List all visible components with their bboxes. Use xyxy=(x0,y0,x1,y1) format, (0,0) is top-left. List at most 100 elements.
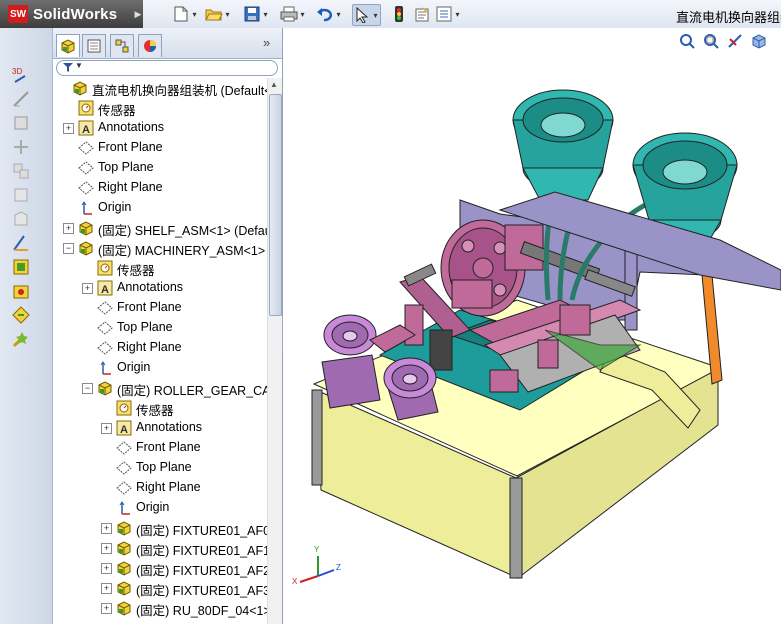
tree-item[interactable]: 传感器 xyxy=(53,398,267,418)
save-button[interactable]: ▾ xyxy=(243,4,270,24)
tree-item[interactable]: Top Plane xyxy=(53,158,267,178)
propertymanager-tab[interactable] xyxy=(82,34,106,57)
view-orientation-icon[interactable] xyxy=(749,32,769,50)
print-dropdown-arrow[interactable]: ▾ xyxy=(298,10,307,19)
tree-item[interactable]: Right Plane xyxy=(53,338,267,358)
tree-item-label: Annotations xyxy=(117,280,184,294)
new-dropdown-arrow[interactable]: ▾ xyxy=(190,10,199,19)
display-manager-tab[interactable] xyxy=(138,34,162,57)
exploded-view-icon[interactable] xyxy=(12,162,30,180)
print-button[interactable]: ▾ xyxy=(280,4,307,24)
edit-component-icon[interactable] xyxy=(12,90,30,108)
expand-node-icon[interactable]: + xyxy=(101,583,112,594)
tree-item[interactable]: 传感器 xyxy=(53,98,267,118)
reference-geometry-icon[interactable] xyxy=(12,234,30,252)
command-strip: 3D xyxy=(0,28,53,624)
cam-gear-wheel xyxy=(440,219,544,317)
svg-text:Y: Y xyxy=(314,545,320,554)
tree-item[interactable]: + (固定) FIXTURE01_AF1_ xyxy=(53,538,267,558)
tree-item-label: 传感器 xyxy=(98,104,136,118)
3d-sketch-icon[interactable]: 3D xyxy=(12,66,30,84)
tree-item[interactable]: Front Plane xyxy=(53,298,267,318)
tree-item[interactable]: + (固定) FIXTURE01_AF2_ xyxy=(53,558,267,578)
tree-item[interactable]: 传感器 xyxy=(53,258,267,278)
expand-node-icon[interactable]: + xyxy=(101,523,112,534)
tree-item[interactable]: − (固定) MACHINERY_ASM<1> xyxy=(53,238,267,258)
tree-item[interactable]: Origin xyxy=(53,358,267,378)
graphics-area[interactable]: Y X Z xyxy=(283,28,781,624)
solidworks-logo[interactable]: SW SolidWorks xyxy=(0,0,143,28)
expand-node-icon[interactable]: + xyxy=(101,563,112,574)
tree-item[interactable]: Right Plane xyxy=(53,478,267,498)
tree-item-label: (固定) FIXTURE01_AF2_ xyxy=(136,564,267,578)
mate-icon[interactable] xyxy=(12,330,30,348)
collapse-panel-icon[interactable]: » xyxy=(263,35,270,50)
main-toolbar: SW SolidWorks ▶ ▾ ▾ ▾ ▾ ▾ ▾ ▾ 直流电机换向器组 xyxy=(0,0,781,29)
sensor-icon xyxy=(78,100,94,116)
collapse-node-icon[interactable]: − xyxy=(82,383,93,394)
scroll-up-arrow-icon[interactable]: ▲ xyxy=(270,80,278,89)
assembly-features-icon[interactable] xyxy=(12,210,30,228)
tree-scrollbar[interactable]: ▲ xyxy=(267,78,282,624)
rebuild-button[interactable] xyxy=(390,4,408,24)
tree-item[interactable]: + A Annotations xyxy=(53,278,267,298)
options-dropdown-arrow[interactable]: ▾ xyxy=(453,10,462,19)
annotations-icon: A xyxy=(116,420,132,436)
tree-item[interactable]: + (固定) SHELF_ASM<1> (Defau xyxy=(53,218,267,238)
tree-item[interactable]: + (固定) FIXTURE01_AF0_ xyxy=(53,518,267,538)
tree-item-label: Annotations xyxy=(136,420,203,434)
menu-expand-arrow-icon[interactable]: ▶ xyxy=(133,0,143,28)
scrollbar-thumb[interactable] xyxy=(269,94,282,316)
smart-mates-icon[interactable] xyxy=(12,114,30,132)
tree-item[interactable]: + (固定) FIXTURE01_AF3_ xyxy=(53,578,267,598)
property-manager-icon xyxy=(87,39,101,53)
tree-item[interactable]: − (固定) ROLLER_GEAR_CAM xyxy=(53,378,267,398)
tree-item[interactable]: Front Plane xyxy=(53,138,267,158)
section-view-icon[interactable] xyxy=(725,32,745,50)
tree-item[interactable]: Origin xyxy=(53,198,267,218)
expand-node-icon[interactable]: + xyxy=(101,543,112,554)
expand-node-icon[interactable]: + xyxy=(82,283,93,294)
tree-item[interactable]: Right Plane xyxy=(53,178,267,198)
undo-dropdown-arrow[interactable]: ▾ xyxy=(334,10,343,19)
tree-item[interactable]: + A Annotations xyxy=(53,118,267,138)
undo-button[interactable]: ▾ xyxy=(316,4,343,24)
expand-node-icon[interactable]: + xyxy=(63,223,74,234)
assembly-model-render[interactable]: Y X Z xyxy=(283,28,781,624)
tree-filter-field[interactable]: ▼ xyxy=(56,60,278,76)
insert-component-icon[interactable] xyxy=(12,282,30,300)
save-dropdown-arrow[interactable]: ▾ xyxy=(261,10,270,19)
open-dropdown-arrow[interactable]: ▾ xyxy=(223,10,232,19)
move-component-icon[interactable] xyxy=(12,138,30,156)
options-button[interactable]: ▾ xyxy=(435,4,462,24)
new-part-icon[interactable] xyxy=(12,258,30,276)
featuremanager-tab[interactable] xyxy=(56,34,80,57)
expand-node-icon[interactable]: + xyxy=(101,603,112,614)
tree-item-label: (固定) FIXTURE01_AF1_ xyxy=(136,544,267,558)
zoom-to-fit-icon[interactable] xyxy=(677,32,697,50)
expand-node-icon[interactable]: + xyxy=(63,123,74,134)
configurationmanager-tab[interactable] xyxy=(110,34,134,57)
filter-dropdown-arrow[interactable]: ▼ xyxy=(75,61,83,70)
plane-icon xyxy=(116,460,132,476)
new-document-button[interactable]: ▾ xyxy=(172,4,199,24)
tree-item-label: 传感器 xyxy=(136,404,174,418)
tree-item[interactable]: Front Plane xyxy=(53,438,267,458)
file-properties-button[interactable] xyxy=(413,4,431,24)
tree-item[interactable]: Top Plane xyxy=(53,458,267,478)
select-button[interactable]: ▾ xyxy=(352,4,381,26)
tree-item[interactable]: Origin xyxy=(53,498,267,518)
tree-item[interactable]: + (固定) RU_80DF_04<1> xyxy=(53,598,267,618)
sensor-icon[interactable] xyxy=(12,306,30,324)
select-dropdown-arrow[interactable]: ▾ xyxy=(371,11,380,20)
tree-item[interactable]: 直流电机换向器组装机 (Default<D xyxy=(53,78,267,98)
collapse-node-icon[interactable]: − xyxy=(63,243,74,254)
open-button[interactable]: ▾ xyxy=(205,4,232,24)
tree-item[interactable]: + A Annotations xyxy=(53,418,267,438)
zoom-to-area-icon[interactable] xyxy=(701,32,721,50)
tree-item[interactable]: Top Plane xyxy=(53,318,267,338)
expand-node-icon[interactable]: + xyxy=(101,423,112,434)
tree-item-label: Origin xyxy=(98,200,132,214)
hide-show-icon[interactable] xyxy=(12,186,30,204)
filter-icon[interactable] xyxy=(62,61,74,76)
